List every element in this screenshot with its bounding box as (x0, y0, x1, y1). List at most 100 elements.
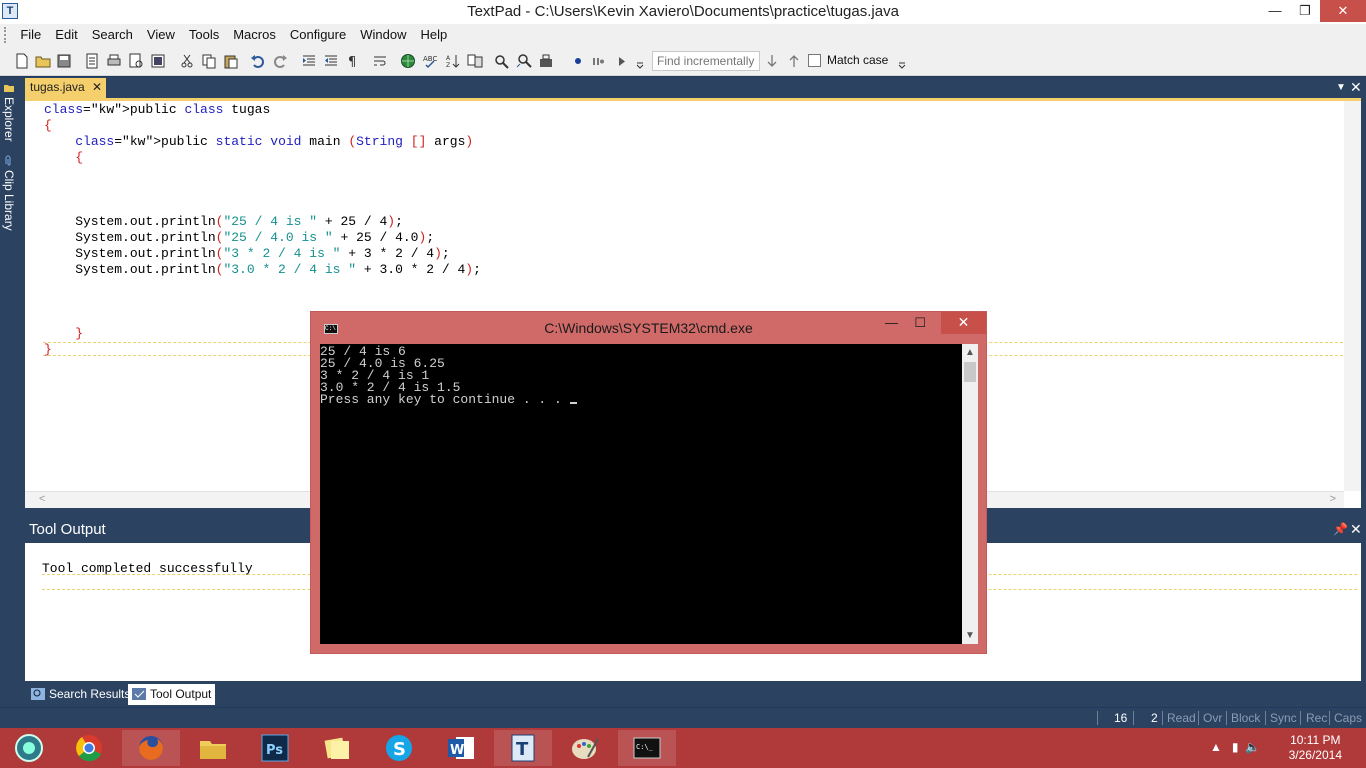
open-folder-icon[interactable] (35, 53, 51, 69)
copy-icon[interactable] (201, 53, 217, 69)
console-output[interactable]: 25 / 4 is 6 25 / 4.0 is 6.25 3 * 2 / 4 is … (320, 344, 962, 644)
close-button[interactable]: ✕ (1320, 0, 1366, 22)
play-macro-icon[interactable] (614, 53, 630, 69)
show-hidden-icons-icon[interactable]: ▲ (1210, 740, 1222, 754)
match-case-checkbox[interactable] (808, 54, 821, 67)
web-browser-icon[interactable] (400, 53, 416, 69)
toolbar-overflow-icon[interactable] (632, 53, 644, 69)
code-line[interactable] (44, 182, 481, 198)
find-icon[interactable] (494, 53, 510, 69)
document-list-dropdown-icon[interactable]: ▼ (1336, 82, 1346, 93)
clip-library-side-tab[interactable]: Clip Library (2, 155, 16, 231)
maximize-button[interactable]: ❐ (1290, 0, 1320, 22)
code-line[interactable]: System.out.println("3 * 2 / 4 is " + 3 *… (44, 246, 481, 262)
status-block: Block (1231, 711, 1261, 725)
compare-files-icon[interactable] (467, 53, 483, 69)
clock[interactable]: 10:11 PM 3/26/2014 (1289, 733, 1342, 763)
network-icon[interactable]: ▮ (1232, 740, 1239, 754)
console-scrollbar[interactable]: ▲ ▼ (962, 344, 978, 644)
pause-macro-icon[interactable] (590, 53, 606, 69)
code-line[interactable]: { (44, 150, 481, 166)
sort-icon[interactable]: AZ (445, 53, 461, 69)
close-document-icon[interactable]: ✕ (1350, 79, 1362, 96)
record-macro-icon[interactable] (570, 53, 586, 69)
code-line[interactable] (44, 198, 481, 214)
paint-icon[interactable] (556, 730, 614, 766)
print-icon[interactable] (106, 53, 122, 69)
explorer-side-tab[interactable]: Explorer (2, 82, 16, 142)
search-results-icon (31, 688, 45, 700)
code-line[interactable]: System.out.println("25 / 4.0 is " + 25 /… (44, 230, 481, 246)
menu-edit[interactable]: Edit (48, 24, 84, 45)
status-bar: 16 2 Read Ovr Block Sync Rec Caps (0, 708, 1366, 728)
pin-icon[interactable]: 📌 (1333, 522, 1348, 536)
cmd-maximize-button[interactable]: ☐ (914, 315, 926, 331)
tab-tool-output[interactable]: Tool Output (128, 684, 216, 705)
paste-icon[interactable] (223, 53, 239, 69)
clock-date: 3/26/2014 (1288, 748, 1342, 762)
spell-check-icon[interactable]: ABC (422, 53, 438, 69)
save-all-icon[interactable] (84, 53, 100, 69)
code-line[interactable] (44, 294, 481, 310)
menu-configure[interactable]: Configure (283, 24, 353, 45)
sticky-notes-icon[interactable] (308, 730, 366, 766)
code-line[interactable]: { (44, 118, 481, 134)
redo-icon[interactable] (272, 53, 288, 69)
menu-view[interactable]: View (140, 24, 182, 45)
menu-macros[interactable]: Macros (226, 24, 283, 45)
menu-grip[interactable] (4, 27, 10, 43)
cmd-window[interactable]: C:\ C:\Windows\SYSTEM32\cmd.exe — ☐ ✕ 25… (310, 311, 987, 654)
word-icon[interactable]: W (432, 730, 490, 766)
firefox-icon[interactable] (122, 730, 180, 766)
scroll-right-icon[interactable]: > (1330, 493, 1336, 505)
indent-icon[interactable] (301, 53, 317, 69)
properties-icon[interactable] (150, 53, 166, 69)
cmd-close-button[interactable]: ✕ (941, 312, 986, 334)
print-preview-icon[interactable] (128, 53, 144, 69)
code-line[interactable]: System.out.println("3.0 * 2 / 4 is " + 3… (44, 262, 481, 278)
find-next-down-icon[interactable] (764, 53, 780, 69)
cut-icon[interactable] (179, 53, 195, 69)
system-tray: ▲ ▮ 🔈 (1210, 740, 1260, 754)
console-scroll-up-icon[interactable]: ▲ (965, 347, 975, 358)
textpad-icon[interactable]: T (494, 730, 552, 766)
console-scroll-thumb[interactable] (964, 362, 976, 382)
file-explorer-icon[interactable] (184, 730, 242, 766)
menu-window[interactable]: Window (353, 24, 413, 45)
code-line[interactable] (44, 166, 481, 182)
tab-search-results[interactable]: Search Results (27, 684, 134, 705)
volume-icon[interactable]: 🔈 (1245, 740, 1260, 754)
find-in-files-icon[interactable] (516, 53, 532, 69)
tools-icon[interactable] (538, 53, 554, 69)
code-line[interactable]: class="kw">public class tugas (44, 102, 481, 118)
chrome-icon[interactable] (60, 730, 118, 766)
code-line[interactable]: class="kw">public static void main (Stri… (44, 134, 481, 150)
code-line[interactable]: System.out.println("25 / 4 is " + 25 / 4… (44, 214, 481, 230)
pilcrow-icon[interactable]: ¶ (345, 53, 361, 69)
start-icon[interactable] (0, 730, 58, 766)
find-incrementally-input[interactable] (652, 51, 760, 71)
new-file-icon[interactable] (14, 53, 30, 69)
photoshop-icon[interactable]: Ps (246, 730, 304, 766)
outdent-icon[interactable] (323, 53, 339, 69)
document-tab-tugas-java[interactable]: tugas.java ✕ (25, 78, 106, 98)
code-line[interactable] (44, 278, 481, 294)
close-tool-output-icon[interactable]: ✕ (1350, 521, 1362, 538)
document-tab-close-icon[interactable]: ✕ (92, 80, 102, 94)
save-icon[interactable] (56, 53, 72, 69)
minimize-button[interactable]: — (1260, 0, 1290, 22)
console-scroll-down-icon[interactable]: ▼ (965, 630, 975, 641)
scroll-left-icon[interactable]: < (39, 493, 45, 505)
word-wrap-icon[interactable] (372, 53, 388, 69)
menu-tools[interactable]: Tools (182, 24, 226, 45)
find-previous-up-icon[interactable] (786, 53, 802, 69)
editor-vertical-scrollbar[interactable] (1344, 101, 1361, 491)
undo-icon[interactable] (250, 53, 266, 69)
skype-icon[interactable]: S (370, 730, 428, 766)
cmd-icon[interactable]: C:\_ (618, 730, 676, 766)
menu-search[interactable]: Search (85, 24, 140, 45)
find-toolbar-overflow-icon[interactable] (894, 53, 906, 69)
menu-help[interactable]: Help (413, 24, 454, 45)
menu-file[interactable]: File (13, 24, 48, 45)
cmd-minimize-button[interactable]: — (885, 315, 898, 330)
